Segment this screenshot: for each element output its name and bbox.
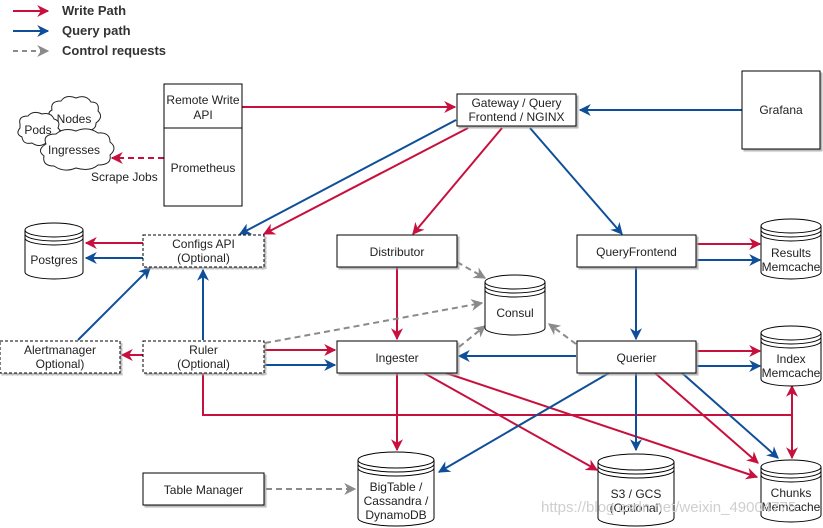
alertmanager-label-2: Optional)	[36, 357, 85, 371]
results-memcache-node[interactable]: Results Memcache	[760, 218, 822, 280]
grafana-label: Grafana	[759, 103, 803, 117]
gateway-node[interactable]: Gateway / Query Frontend / NGINX	[456, 93, 577, 127]
ruler-label-1: Ruler	[189, 343, 218, 357]
chunks-memcache-label-1: Chunks	[771, 486, 812, 500]
edge-querier-to-consul	[548, 323, 577, 345]
legend-item-control: Control requests	[13, 43, 166, 58]
cloud-ingresses: Ingresses	[40, 128, 115, 171]
distributor-node[interactable]: Distributor	[336, 234, 458, 268]
edge-gateway-to-configs-write	[262, 127, 469, 235]
consul-cylinder	[484, 274, 546, 336]
legend-control-label: Control requests	[62, 43, 166, 58]
prometheus-label: Prometheus	[171, 161, 236, 175]
bigtable-label-3: DynamoDB	[365, 508, 426, 522]
query-frontend-label: QueryFrontend	[596, 245, 677, 259]
legend: Write Path Query path Control requests	[13, 3, 166, 58]
table-manager-node[interactable]: Table Manager	[142, 472, 265, 506]
postgres-cylinder	[24, 222, 84, 280]
consul-label: Consul	[496, 306, 533, 320]
remote-write-label-1: Remote Write	[166, 93, 239, 107]
edge-distributor-to-consul	[456, 261, 487, 279]
edge-querier-to-chunks-write	[654, 372, 759, 464]
bigtable-label-2: Cassandra /	[364, 494, 429, 508]
configs-api-label-1: Configs API	[172, 237, 235, 251]
gateway-label-2: Frontend / NGINX	[468, 110, 564, 124]
postgres-label: Postgres	[30, 253, 77, 267]
alertmanager-label-1: Alertmanager	[24, 343, 96, 357]
querier-label: Querier	[616, 351, 656, 365]
index-memcache-label-1: Index	[776, 352, 805, 366]
legend-item-write: Write Path	[13, 3, 126, 18]
prometheus-node[interactable]: Remote Write API Prometheus	[163, 83, 243, 207]
consul-node[interactable]: Consul	[484, 274, 546, 336]
watermark: https://blog.csdn.net/weixin_49004775	[541, 499, 796, 516]
cloud-pods-label: Pods	[24, 123, 51, 137]
ingester-label: Ingester	[375, 351, 418, 365]
architecture-diagram: Write Path Query path Control requests N…	[0, 3, 822, 527]
results-memcache-label-1: Results	[771, 246, 811, 260]
scrape-targets: Nodes Pods Ingresses Scrape Jobs	[17, 96, 158, 184]
edge-querier-to-bigtable	[437, 372, 610, 473]
edge-alertmanager-to-configs	[77, 267, 151, 341]
edge-ingester-to-s3	[423, 372, 599, 471]
cloud-ingresses-label: Ingresses	[48, 143, 100, 157]
configs-api-label-2: (Optional)	[177, 251, 230, 265]
querier-node[interactable]: Querier	[576, 340, 697, 374]
configs-api-node[interactable]: Configs API (Optional)	[142, 234, 265, 268]
legend-item-query: Query path	[13, 23, 131, 38]
gateway-label-1: Gateway / Query	[471, 96, 561, 110]
edge-gateway-to-configs-query	[238, 119, 457, 235]
alertmanager-node[interactable]: Alertmanager Optional)	[0, 340, 121, 374]
remote-write-label-2: API	[193, 108, 212, 122]
edge-ruler-to-consul	[264, 299, 484, 344]
scrape-jobs-label: Scrape Jobs	[91, 170, 158, 184]
ingester-node[interactable]: Ingester	[336, 340, 458, 374]
ruler-node[interactable]: Ruler (Optional)	[142, 340, 265, 374]
edge-ruler-to-memcache-bus	[202, 373, 792, 416]
bigtable-label-1: BigTable /	[370, 480, 423, 494]
legend-write-label: Write Path	[62, 3, 126, 18]
distributor-label: Distributor	[370, 245, 425, 259]
index-memcache-label-2: Memcache	[762, 366, 821, 380]
table-manager-label: Table Manager	[164, 483, 243, 497]
edge-gateway-to-distributor	[412, 127, 503, 235]
postgres-node[interactable]: Postgres	[24, 222, 84, 280]
edge-gateway-to-qf	[529, 127, 623, 235]
edge-ingester-to-consul	[458, 325, 486, 348]
grafana-node[interactable]: Grafana	[741, 70, 821, 150]
cloud-nodes-label: Nodes	[57, 112, 92, 126]
legend-query-label: Query path	[62, 23, 131, 38]
index-memcache-node[interactable]: Index Memcache	[760, 325, 822, 387]
ruler-label-2: (Optional)	[177, 357, 230, 371]
results-memcache-label-2: Memcache	[762, 260, 821, 274]
bigtable-node[interactable]: BigTable / Cassandra / DynamoDB	[357, 451, 435, 527]
query-frontend-node[interactable]: QueryFrontend	[576, 234, 697, 268]
